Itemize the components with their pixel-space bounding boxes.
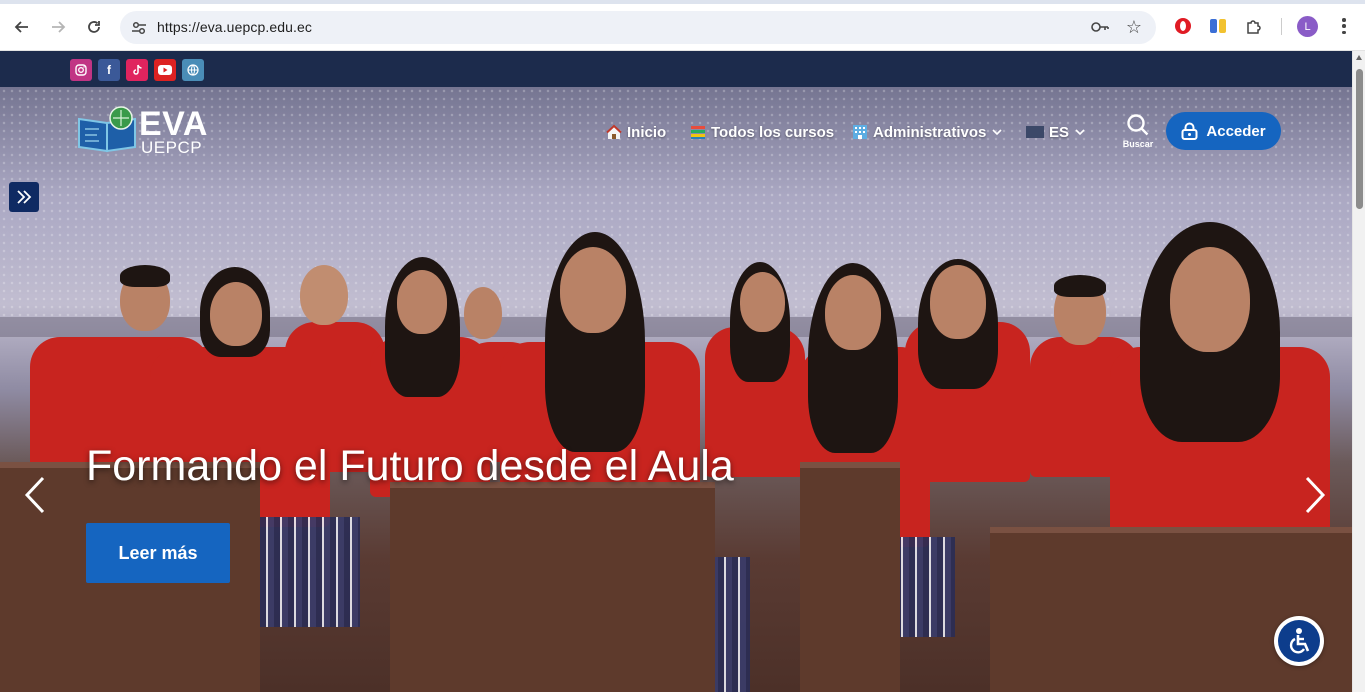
- scroll-up-icon[interactable]: [1356, 55, 1362, 60]
- language-selector[interactable]: ES: [1026, 121, 1085, 143]
- password-key-icon[interactable]: [1090, 19, 1110, 40]
- forward-icon[interactable]: [45, 14, 71, 40]
- browser-toolbar: https://eva.uepcp.edu.ec ☆ L: [0, 0, 1365, 51]
- search-label: Buscar: [1122, 139, 1154, 149]
- logo-book-icon: [78, 106, 136, 153]
- tab-strip-edge: [0, 0, 1365, 4]
- slider-next-arrow-icon[interactable]: [1303, 475, 1327, 515]
- logo-subtitle: UEPCP: [141, 138, 203, 157]
- bookmark-star-icon[interactable]: ☆: [1126, 17, 1142, 38]
- profile-avatar[interactable]: L: [1297, 16, 1318, 37]
- page-scrollbar[interactable]: [1352, 51, 1365, 692]
- extension-icon[interactable]: [1207, 15, 1229, 37]
- instagram-icon[interactable]: [70, 59, 92, 81]
- facebook-icon[interactable]: f: [98, 59, 120, 81]
- chevron-down-icon: [992, 129, 1002, 136]
- address-bar[interactable]: https://eva.uepcp.edu.ec ☆: [120, 11, 1156, 44]
- web-page: f EVA UEPCP Inicio Todos los cursos Admi…: [0, 51, 1352, 692]
- youtube-icon[interactable]: [154, 59, 176, 81]
- url-text[interactable]: https://eva.uepcp.edu.ec: [157, 19, 312, 35]
- scrollbar-thumb[interactable]: [1356, 69, 1363, 209]
- globe-icon[interactable]: [182, 59, 204, 81]
- accessibility-button[interactable]: [1274, 616, 1324, 666]
- tiktok-icon[interactable]: [126, 59, 148, 81]
- nav-cursos-label: Todos los cursos: [711, 123, 835, 141]
- back-icon[interactable]: [9, 14, 35, 40]
- reload-icon[interactable]: [81, 14, 107, 40]
- nav-administrativos[interactable]: Administrativos: [852, 121, 1002, 143]
- house-icon: [606, 124, 622, 140]
- puzzle-extensions-icon[interactable]: [1243, 15, 1265, 37]
- login-label: Acceder: [1206, 122, 1266, 140]
- language-label: ES: [1049, 123, 1070, 141]
- opera-extension-icon[interactable]: [1172, 15, 1194, 37]
- search-button[interactable]: Buscar: [1120, 113, 1156, 153]
- nav-inicio[interactable]: Inicio: [606, 121, 666, 143]
- lock-icon: [1181, 122, 1198, 140]
- browser-menu-icon[interactable]: [1336, 15, 1352, 37]
- hero-headline: Formando el Futuro desde el Aula: [86, 442, 734, 490]
- hero-slider: EVA UEPCP Inicio Todos los cursos Admini…: [0, 87, 1352, 692]
- toolbar-separator: [1281, 18, 1282, 35]
- wheelchair-icon: [1278, 620, 1320, 662]
- office-building-icon: [852, 124, 868, 140]
- nav-todos-los-cursos[interactable]: Todos los cursos: [690, 121, 834, 143]
- nav-inicio-label: Inicio: [627, 123, 667, 141]
- nav-administrativos-label: Administrativos: [873, 123, 987, 141]
- site-logo[interactable]: EVA UEPCP: [77, 105, 212, 157]
- site-info-icon[interactable]: [130, 19, 148, 37]
- read-more-button[interactable]: Leer más: [86, 523, 230, 583]
- chevron-down-icon: [1075, 129, 1085, 136]
- slider-prev-arrow-icon[interactable]: [23, 475, 47, 515]
- books-icon: [690, 124, 706, 140]
- flag-icon: [1026, 126, 1044, 138]
- double-chevron-right-icon: [17, 190, 32, 204]
- search-icon: [1127, 114, 1149, 136]
- login-button[interactable]: Acceder: [1166, 112, 1281, 150]
- sidebar-toggle-button[interactable]: [9, 182, 39, 212]
- social-topbar: f: [0, 51, 1352, 87]
